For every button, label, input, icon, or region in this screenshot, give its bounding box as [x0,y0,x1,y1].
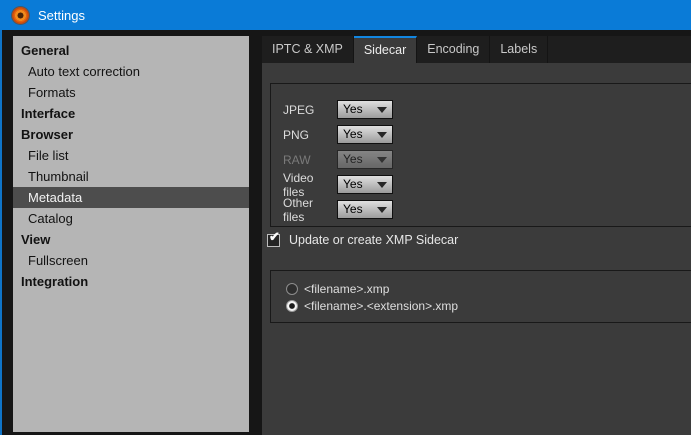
chevron-down-icon [377,182,387,188]
video-files-label: Video files [283,170,314,199]
sidebar-item-file-list[interactable]: File list [13,145,249,166]
chevron-down-icon [377,157,387,163]
settings-window: Settings General Auto text correction Fo… [0,0,691,435]
video-files-row: Video files Yes [283,171,393,199]
sidebar-item-integration[interactable]: Integration [13,271,249,292]
tab-labels[interactable]: Labels [490,36,549,63]
png-row: PNG Yes [283,125,393,144]
png-dropdown[interactable]: Yes [337,125,393,144]
sidebar-item-browser[interactable]: Browser [13,124,249,145]
window-border-accent [0,30,2,435]
raw-dropdown-value: Yes [343,152,363,166]
chevron-down-icon [377,132,387,138]
other-files-row: Other files Yes [283,196,393,224]
sidebar-item-metadata[interactable]: Metadata [13,187,249,208]
filename-xmp-option: <filename>.xmp [286,282,389,296]
filename-extension-xmp-option: <filename>.<extension>.xmp [286,299,458,313]
tab-iptc-xmp[interactable]: IPTC & XMP [262,36,354,63]
filename-xmp-label: <filename>.xmp [304,282,390,296]
titlebar: Settings [0,0,691,30]
filename-xmp-radio[interactable] [286,283,298,295]
sidebar-item-view[interactable]: View [13,229,249,250]
xmp-naming-group [270,270,691,323]
sidebar-item-fullscreen[interactable]: Fullscreen [13,250,249,271]
jpeg-label: JPEG [283,102,315,117]
tab-encoding[interactable]: Encoding [417,36,491,63]
png-dropdown-value: Yes [343,127,363,141]
sidebar-item-interface[interactable]: Interface [13,103,249,124]
xmp-sidecar-checkbox-label: Update or create XMP Sidecar [289,233,459,247]
video-files-dropdown-value: Yes [343,177,363,191]
sidebar-item-catalog[interactable]: Catalog [13,208,249,229]
other-files-dropdown-value: Yes [343,202,363,216]
tabbar-filler [548,36,691,63]
sidebar-item-auto-text-correction[interactable]: Auto text correction [13,61,249,82]
filename-extension-xmp-label: <filename>.<extension>.xmp [304,299,459,313]
jpeg-dropdown[interactable]: Yes [337,100,393,119]
check-icon: ✔ [269,228,280,244]
tab-sidecar[interactable]: Sidecar [353,36,418,63]
filename-extension-xmp-radio[interactable] [286,300,298,312]
xmp-sidecar-checkbox[interactable]: ✔ [267,229,280,247]
png-label: PNG [283,127,310,142]
sidebar-item-formats[interactable]: Formats [13,82,249,103]
video-files-dropdown[interactable]: Yes [337,175,393,194]
raw-row: RAW Yes [283,150,393,169]
jpeg-row: JPEG Yes [283,100,393,119]
chevron-down-icon [377,107,387,113]
chevron-down-icon [377,207,387,213]
app-logo-icon [12,6,29,24]
other-files-label: Other files [283,195,314,224]
tabbar: IPTC & XMP Sidecar Encoding Labels [262,36,691,63]
raw-label: RAW [283,152,311,167]
sidebar-item-thumbnail[interactable]: Thumbnail [13,166,249,187]
metadata-panel: IPTC & XMP Sidecar Encoding Labels JPEG … [262,36,691,435]
window-title: Settings [38,7,85,23]
other-files-dropdown[interactable]: Yes [337,200,393,219]
settings-sidebar: General Auto text correction Formats Int… [13,36,249,432]
raw-dropdown: Yes [337,150,393,169]
jpeg-dropdown-value: Yes [343,102,363,116]
xmp-sidecar-checkbox-row: ✔ Update or create XMP Sidecar [267,229,459,247]
sidebar-item-general[interactable]: General [13,40,249,61]
